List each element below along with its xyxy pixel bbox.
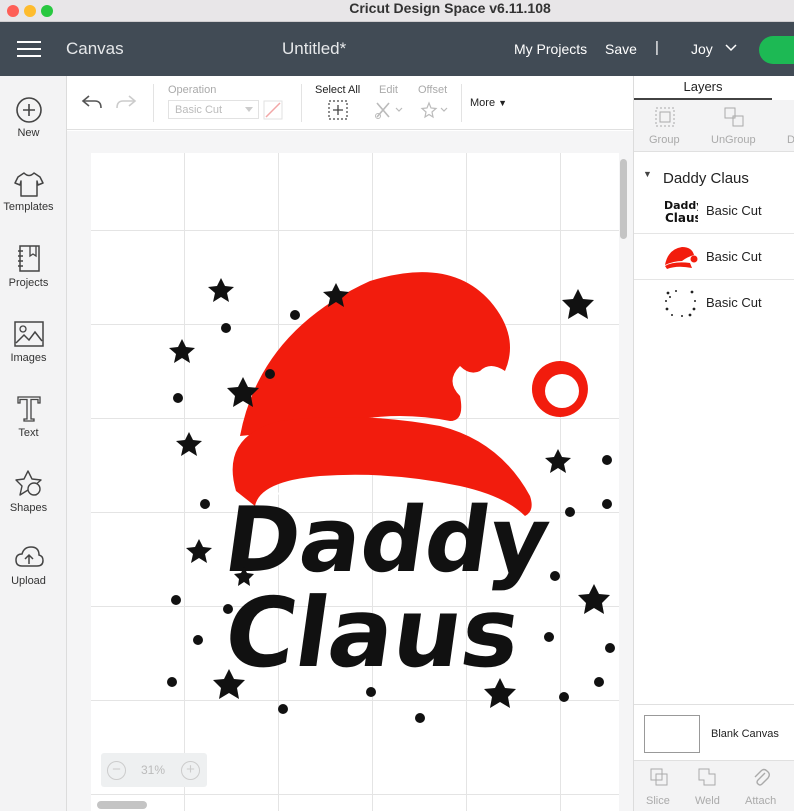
sidebar-label: Images: [10, 352, 47, 364]
select-all-button[interactable]: Select All: [315, 84, 360, 96]
shapes-icon: [14, 470, 42, 496]
more-label: More: [470, 97, 496, 109]
layer-row[interactable]: Basic Cut: [634, 234, 794, 280]
left-sidebar: New Templates Projects Images Text Shape…: [0, 76, 67, 811]
caret-down-icon: ▼: [498, 98, 508, 108]
toolbar-divider: [461, 84, 462, 122]
document-title: Untitled*: [282, 39, 347, 58]
operation-select[interactable]: Basic Cut: [168, 100, 259, 119]
design-canvas[interactable]: Daddy Claus − 31% +: [67, 131, 633, 811]
zoom-control: − 31% +: [101, 753, 207, 787]
toolbar-divider: [153, 84, 154, 122]
zoom-out-button[interactable]: −: [107, 761, 126, 780]
header-separator: |: [655, 39, 659, 56]
sidebar-label: Templates: [3, 201, 54, 213]
more-button[interactable]: More ▼: [470, 97, 507, 109]
sidebar-label: Shapes: [9, 502, 48, 514]
layers-panel: Layers Group UnGroup D ▼ Daddy Claus Dad…: [633, 76, 794, 811]
app-header: Canvas Untitled* My Projects Save | Joy: [0, 22, 794, 76]
image-icon: [13, 321, 44, 347]
edit-toolbar: Operation Basic Cut Select All Edit Offs…: [67, 76, 633, 130]
operation-label: Operation: [168, 84, 217, 96]
daddy-claus-design[interactable]: Daddy Claus: [160, 261, 620, 731]
offset-icon[interactable]: [419, 100, 449, 120]
undo-icon[interactable]: [81, 93, 103, 111]
sidebar-item-templates[interactable]: Templates: [0, 170, 57, 213]
cloud-upload-icon: [14, 546, 44, 567]
attach-icon[interactable]: [751, 767, 771, 787]
layer-row[interactable]: DaddyClaus Basic Cut: [634, 188, 794, 234]
sidebar-item-projects[interactable]: Projects: [0, 244, 57, 289]
blank-canvas-swatch[interactable]: [644, 715, 700, 753]
horizontal-scrollbar[interactable]: [97, 801, 147, 809]
edit-label: Edit: [379, 84, 398, 96]
line-color-swatch[interactable]: [263, 100, 283, 120]
make-it-button[interactable]: [759, 36, 794, 64]
text-icon: [16, 396, 41, 422]
weld-button[interactable]: Weld: [695, 795, 720, 807]
blank-canvas-label: Blank Canvas: [711, 728, 779, 740]
offset-label: Offset: [418, 84, 448, 96]
canvas-label: Canvas: [66, 39, 124, 58]
attach-button[interactable]: Attach: [745, 795, 776, 807]
design-text-claus: Claus: [218, 576, 527, 688]
slice-button[interactable]: Slice: [646, 795, 670, 807]
weld-icon[interactable]: [697, 767, 717, 787]
blank-canvas-row[interactable]: Blank Canvas: [634, 704, 794, 760]
layer-operation-label: Basic Cut: [706, 203, 762, 218]
ungroup-button[interactable]: UnGroup: [711, 134, 756, 146]
tab-layers[interactable]: Layers: [634, 76, 772, 100]
layer-tools: Group UnGroup D: [634, 100, 794, 152]
tshirt-icon: [13, 172, 44, 197]
santa-hat-thumbnail: [665, 247, 698, 269]
sidebar-label: Upload: [11, 575, 46, 587]
hamburger-menu-icon[interactable]: [17, 41, 41, 58]
window-titlebar: Cricut Design Space v6.11.108: [0, 0, 794, 22]
notebook-icon: [17, 245, 40, 272]
layer-row[interactable]: Basic Cut: [634, 280, 794, 326]
sidebar-item-upload[interactable]: Upload: [0, 544, 57, 587]
chevron-down-icon[interactable]: [724, 40, 738, 54]
save-button[interactable]: Save: [605, 41, 637, 57]
layer-operation-label: Basic Cut: [706, 295, 762, 310]
duplicate-button[interactable]: D: [787, 134, 794, 146]
daddy-claus-text-thumbnail: DaddyClaus: [664, 199, 698, 225]
redo-icon[interactable]: [115, 93, 137, 111]
layer-actions: Slice Weld Attach: [634, 760, 794, 811]
sidebar-item-text[interactable]: Text: [0, 394, 57, 439]
window-title: Cricut Design Space v6.11.108: [349, 0, 551, 16]
toolbar-divider: [301, 84, 302, 122]
group-button[interactable]: Group: [649, 134, 680, 146]
my-projects-button[interactable]: My Projects: [514, 41, 587, 57]
slice-icon[interactable]: [649, 767, 669, 787]
layer-operation-label: Basic Cut: [706, 249, 762, 264]
operation-value: Basic Cut: [175, 104, 223, 116]
ungroup-icon[interactable]: [723, 106, 745, 128]
group-icon[interactable]: [654, 106, 676, 128]
edit-icon[interactable]: [374, 100, 404, 120]
zoom-level: 31%: [141, 763, 166, 777]
layer-group-name[interactable]: Daddy Claus: [663, 170, 749, 187]
svg-text:Claus: Claus: [665, 211, 698, 225]
caret-down-icon[interactable]: ▼: [643, 169, 652, 179]
santa-hat-graphic: [232, 272, 588, 516]
zoom-in-button[interactable]: +: [181, 761, 200, 780]
sidebar-item-new[interactable]: New: [0, 96, 57, 139]
sidebar-label: Projects: [8, 277, 49, 289]
vertical-scrollbar[interactable]: [620, 159, 627, 239]
user-menu[interactable]: Joy: [691, 41, 713, 57]
select-all-icon[interactable]: [327, 100, 349, 120]
plus-circle-icon: [15, 97, 42, 123]
sidebar-label: New: [17, 127, 40, 139]
chevron-down-icon: [245, 107, 253, 112]
sidebar-item-shapes[interactable]: Shapes: [0, 469, 57, 514]
sidebar-label: Text: [18, 427, 39, 439]
star-dots-circle-thumbnail: [665, 290, 696, 317]
sidebar-item-images[interactable]: Images: [0, 319, 57, 364]
